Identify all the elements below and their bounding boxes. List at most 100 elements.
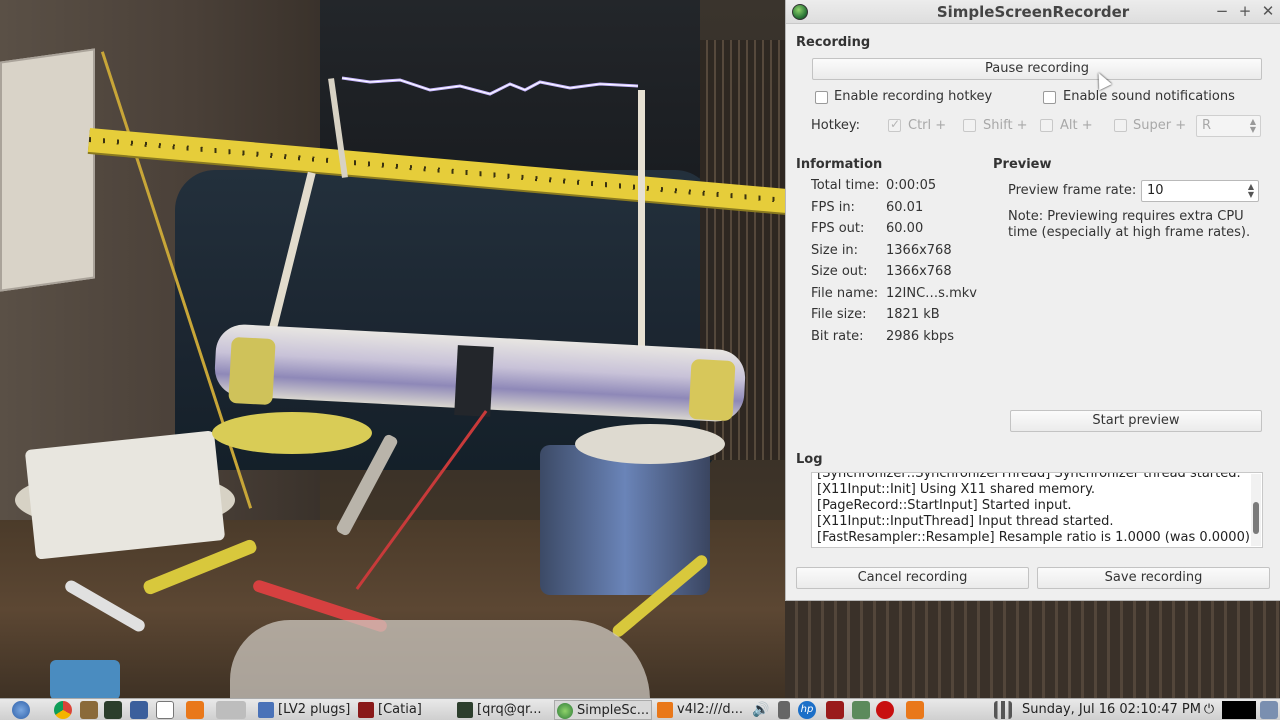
terminal-icon [457,702,473,718]
info-value: 1366x768 [886,264,952,279]
task-catia[interactable]: [Catia] [356,700,452,720]
info-label: Bit rate: [811,329,864,344]
record-tray-icon[interactable] [876,701,894,719]
hotkey-key-select[interactable]: R ▲ ▼ [1196,115,1261,137]
maximize-button[interactable]: + [1236,2,1254,20]
catia-icon [358,702,374,718]
catia-tray-icon[interactable] [826,701,844,719]
support-rod [638,90,645,380]
vlc-tray-icon[interactable] [906,701,924,719]
spin-arrows-icon[interactable]: ▲ ▼ [1248,183,1254,199]
vlc-icon [657,702,673,718]
info-value: 12INC…s.mkv [886,286,977,301]
show-desktop-icon[interactable] [1260,701,1278,719]
background-shelf [0,48,95,292]
log-line: [X11Input::Init] Using X11 shared memory… [817,482,1096,497]
log-scrollbar-thumb[interactable] [1253,502,1259,534]
coil-band [454,345,494,417]
network-tray-icon[interactable] [852,701,870,719]
enable-hotkey-checkbox[interactable] [815,91,828,104]
hotkey-key-value: R [1202,118,1212,133]
start-menu-icon[interactable] [12,701,30,719]
battery-icon[interactable] [778,701,790,719]
background-shelving [785,600,1280,698]
super-label: Super + [1133,118,1187,133]
window-icon[interactable] [156,701,174,719]
power-icon[interactable]: ⏻ [1200,701,1218,719]
shift-checkbox[interactable] [963,119,976,132]
start-preview-button[interactable]: Start preview [1010,410,1262,432]
preview-heading: Preview [993,157,1052,172]
chrome-icon[interactable] [54,701,72,719]
task-label: [LV2 plugs] [278,702,351,717]
tools-icon[interactable] [80,701,98,719]
log-line: [FastResampler::Resample] Resample ratio… [817,530,1255,545]
log-line: [PageRecord::StartInput] Started input. [817,498,1072,513]
recorder-window: SimpleScreenRecorder − + ✕ Recording Pau… [785,0,1280,601]
title-bar[interactable]: SimpleScreenRecorder − + ✕ [786,0,1280,24]
tray-preview-box [1222,701,1256,719]
background-box [24,430,226,560]
electric-arc [341,76,639,96]
taskbar: [LV2 plugs] [Catia] [qrq@qr... SimpleSc.… [0,698,1280,720]
information-heading: Information [796,157,883,172]
info-label: FPS out: [811,221,865,236]
coil-ring [212,412,372,454]
hp-icon[interactable]: hp [798,701,816,719]
app-logo-icon [557,703,573,719]
info-value: 60.00 [886,221,924,236]
alt-checkbox[interactable] [1040,119,1053,132]
log-scrollbar[interactable] [1251,474,1261,546]
info-value: 0:00:05 [886,178,937,193]
enable-sound-label: Enable sound notifications [1063,89,1235,104]
info-value: 1366x768 [886,243,952,258]
info-label: FPS in: [811,200,855,215]
task-label: SimpleSc... [577,703,650,718]
log-textarea[interactable]: [Synchronizer::SynchronizerThread] Synch… [811,472,1263,548]
preview-frame-rate-label: Preview frame rate: [1008,183,1137,198]
coil-band [688,358,736,422]
cancel-recording-button[interactable]: Cancel recording [796,567,1029,589]
task-terminal[interactable]: [qrq@qr... [455,700,551,720]
terminal-icon[interactable] [104,701,122,719]
log-heading: Log [796,452,823,467]
enable-sound-checkbox[interactable] [1043,91,1056,104]
signal-icon[interactable] [994,701,1012,719]
shift-label: Shift + [983,118,1028,133]
info-value: 1821 kB [886,307,940,322]
enable-hotkey-label: Enable recording hotkey [834,89,993,104]
desktop-switch-icon[interactable] [216,701,246,719]
close-button[interactable]: ✕ [1259,2,1277,20]
vlc-icon[interactable] [186,701,204,719]
preview-frame-rate-value: 10 [1147,183,1164,198]
task-lv2-plugs[interactable]: [LV2 plugs] [256,700,354,720]
log-line: [Synchronizer::SynchronizerThread] Synch… [817,472,1241,481]
plastic-bag [230,620,650,698]
task-simplescreenrecorder[interactable]: SimpleSc... [554,700,652,720]
preview-note: Note: Previewing requires extra CPU time… [1008,209,1251,240]
info-value: 2986 kbps [886,329,955,344]
volume-icon[interactable]: 🔊 [752,701,770,719]
preview-frame-rate-input[interactable]: 10 ▲ ▼ [1141,180,1259,202]
alt-label: Alt + [1060,118,1093,133]
coil-ring [575,424,725,464]
info-value: 60.01 [886,200,924,215]
task-label: [Catia] [378,702,422,717]
taskbar-clock[interactable]: Sunday, Jul 16 02:10:47 PM [1022,700,1201,720]
pause-recording-button[interactable]: Pause recording [812,58,1262,80]
spin-arrows-icon: ▲ ▼ [1249,117,1256,134]
task-vlc[interactable]: v4l2:///d... [655,700,749,720]
coil-band [228,336,276,406]
blue-cup [50,660,120,698]
info-label: Size in: [811,243,859,258]
minimize-button[interactable]: − [1213,2,1231,20]
super-checkbox[interactable] [1114,119,1127,132]
recording-heading: Recording [796,35,871,50]
info-label: File name: [811,286,879,301]
window-icon [258,702,274,718]
save-recording-button[interactable]: Save recording [1037,567,1270,589]
file-manager-icon[interactable] [130,701,148,719]
window-title: SimpleScreenRecorder [936,3,1130,21]
ctrl-checkbox[interactable] [888,117,901,132]
task-label: v4l2:///d... [677,702,744,717]
